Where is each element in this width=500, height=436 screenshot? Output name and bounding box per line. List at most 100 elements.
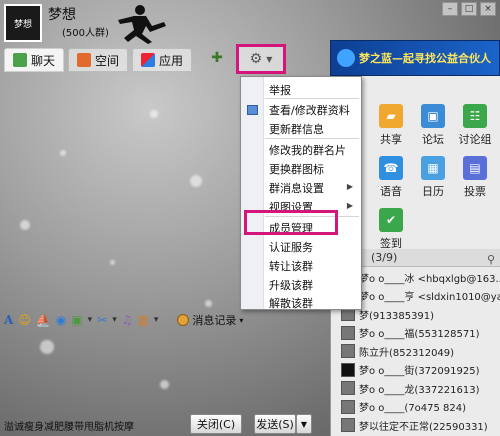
app-forum[interactable]: ▣ 论坛	[413, 104, 453, 147]
tab-space[interactable]: 空间	[68, 48, 129, 72]
member-name: 梦o o____(7o475 824)	[359, 403, 467, 415]
font-icon[interactable]: A	[4, 313, 13, 327]
sparkle-decoration	[150, 110, 158, 118]
menu-item-upgrade-group[interactable]: 升级该群	[269, 277, 313, 293]
message-history-label: 消息记录	[192, 314, 237, 327]
list-item[interactable]: 梦o o____福(553128571)	[341, 324, 500, 343]
minimize-button[interactable]: –	[442, 2, 458, 16]
avatar-label: 梦想	[13, 19, 32, 30]
banner-logo-icon	[337, 49, 355, 67]
photo-icon: ▣	[421, 104, 445, 128]
avatar	[341, 325, 355, 340]
voice-msg-icon[interactable]: ◉	[56, 313, 66, 327]
sparkle-decoration	[190, 175, 202, 187]
window-controls: – □ ×	[442, 2, 496, 16]
calendar-icon: ▦	[421, 156, 445, 180]
avatar	[341, 362, 355, 377]
app-label: 共享	[380, 133, 402, 146]
app-label: 讨论组	[458, 133, 492, 146]
send-options-button[interactable]: ▼	[296, 414, 312, 434]
chart-icon[interactable]: ▥	[138, 313, 149, 327]
chevron-down-icon[interactable]: ▾	[88, 315, 93, 325]
chat-icon	[13, 53, 27, 67]
runner-silhouette-icon	[118, 5, 166, 44]
emoji-icon[interactable]: ☺	[18, 313, 31, 327]
sparkle-decoration	[160, 380, 169, 389]
menu-item-report[interactable]: 举报	[269, 82, 291, 98]
menu-item-transfer-group[interactable]: 转让该群	[269, 258, 313, 274]
menu-item-message-settings[interactable]: 群消息设置	[269, 180, 324, 196]
message-history-button[interactable]: 消息记录 ▾	[177, 312, 243, 328]
list-item[interactable]: 梦o o____亨 <sldxin1010@yaho...	[341, 287, 500, 306]
member-name: 梦o o____街(372091925)	[359, 366, 480, 378]
member-name: 梦以往定不正常(22590331)	[359, 421, 488, 433]
tab-label: 聊天	[31, 53, 56, 68]
app-checkin[interactable]: ✔ 签到	[371, 208, 411, 251]
menu-item-update-group-info[interactable]: 更新群信息	[269, 121, 324, 137]
app-calendar[interactable]: ▦ 日历	[413, 156, 453, 199]
list-item[interactable]: 梦(913385391)	[341, 305, 500, 324]
chevron-down-icon: ▼	[266, 54, 273, 64]
gear-icon: ⚙	[249, 51, 263, 67]
list-item[interactable]: 梦以往定不正常(22590331)	[341, 416, 500, 435]
group-avatar[interactable]: 梦想	[4, 4, 42, 42]
chevron-down-icon[interactable]: ▾	[112, 315, 117, 325]
menu-item-edit-my-card[interactable]: 修改我的群名片	[269, 142, 346, 158]
menu-item-edit-group-info[interactable]: 查看/修改群资料	[269, 102, 350, 118]
menu-item-certification[interactable]: 认证服务	[269, 239, 313, 255]
member-name: 陈立升(852312049)	[359, 347, 455, 359]
app-share[interactable]: ▰ 共享	[371, 104, 411, 147]
music-icon[interactable]: ♫	[122, 313, 133, 327]
member-name: 梦o o____亨 <sldxin1010@yaho...	[359, 292, 500, 304]
tab-chat[interactable]: 聊天	[4, 48, 65, 72]
group-settings-button[interactable]: ⚙ ▼	[236, 44, 286, 74]
house-icon	[77, 53, 92, 67]
settings-dropdown-menu: 举报 查看/修改群资料 更新群信息 修改我的群名片 更换群图标 群消息设置 ▶ …	[240, 76, 362, 310]
sparkle-decoration	[20, 220, 30, 230]
promo-banner[interactable]: 梦之蓝—起寻找公益合伙人	[330, 40, 500, 76]
member-list: 梦o o____冰 <hbqxlgb@163.... 梦o o____亨 <sl…	[341, 268, 500, 435]
member-management-highlight	[244, 210, 338, 235]
list-item[interactable]: 陈立升(852312049)	[341, 342, 500, 361]
bottom-bar: 溢诚瘦身减肥腰带甩脂机按摩 关闭(C) 发送(S) ▼	[0, 412, 330, 436]
avatar	[341, 344, 355, 359]
menu-item-change-group-icon[interactable]: 更换群图标	[269, 161, 324, 177]
add-member-icon[interactable]: ✚	[206, 50, 228, 70]
shake-icon[interactable]: ⛵	[36, 313, 51, 327]
input-toolbar: A ☺ ⛵ ◉ ▣ ▾ ✂ ▾ ♫ ▥ ▾ 消息记录 ▾	[0, 309, 330, 331]
list-item[interactable]: 梦o o____龙(337221613)	[341, 379, 500, 398]
image-icon[interactable]: ▣	[71, 313, 82, 327]
chevron-down-icon: ▼	[300, 419, 308, 429]
group-member-count: (500人群)	[62, 28, 109, 39]
ad-link[interactable]: 溢诚瘦身减肥腰带甩脂机按摩	[4, 418, 134, 433]
submenu-arrow-icon: ▶	[346, 182, 353, 191]
search-icon[interactable]: ⚲	[487, 251, 495, 269]
tab-apps[interactable]: 应用	[132, 48, 193, 72]
list-item[interactable]: 梦o o____冰 <hbqxlgb@163....	[341, 268, 500, 287]
sparkle-decoration	[60, 150, 66, 156]
avatar	[341, 399, 355, 414]
chevron-down-icon[interactable]: ▾	[154, 315, 159, 325]
group-icon: ☷	[463, 104, 487, 128]
voice-icon: ☎	[379, 156, 403, 180]
send-button[interactable]: 发送(S)	[254, 414, 296, 434]
submenu-arrow-icon: ▶	[346, 201, 353, 210]
list-item[interactable]: 梦o o____(7o475 824)	[341, 398, 500, 417]
menu-divider	[265, 138, 359, 139]
group-info-icon	[247, 105, 258, 115]
sparkle-decoration	[205, 300, 212, 307]
vote-icon: ▤	[463, 156, 487, 180]
app-label: 语音	[380, 185, 402, 198]
sparkle-decoration	[40, 340, 54, 354]
list-item[interactable]: 梦o o____街(372091925)	[341, 361, 500, 380]
app-vote[interactable]: ▤ 投票	[455, 156, 495, 199]
maximize-button[interactable]: □	[461, 2, 477, 16]
close-window-button[interactable]: ×	[480, 2, 496, 16]
screenshot-icon[interactable]: ✂	[97, 313, 107, 327]
app-voice[interactable]: ☎ 语音	[371, 156, 411, 199]
tab-label: 应用	[159, 53, 184, 68]
close-button[interactable]: 关闭(C)	[190, 414, 242, 434]
folder-icon: ▰	[379, 104, 403, 128]
app-discussion[interactable]: ☷ 讨论组	[455, 104, 495, 147]
avatar	[341, 418, 355, 433]
